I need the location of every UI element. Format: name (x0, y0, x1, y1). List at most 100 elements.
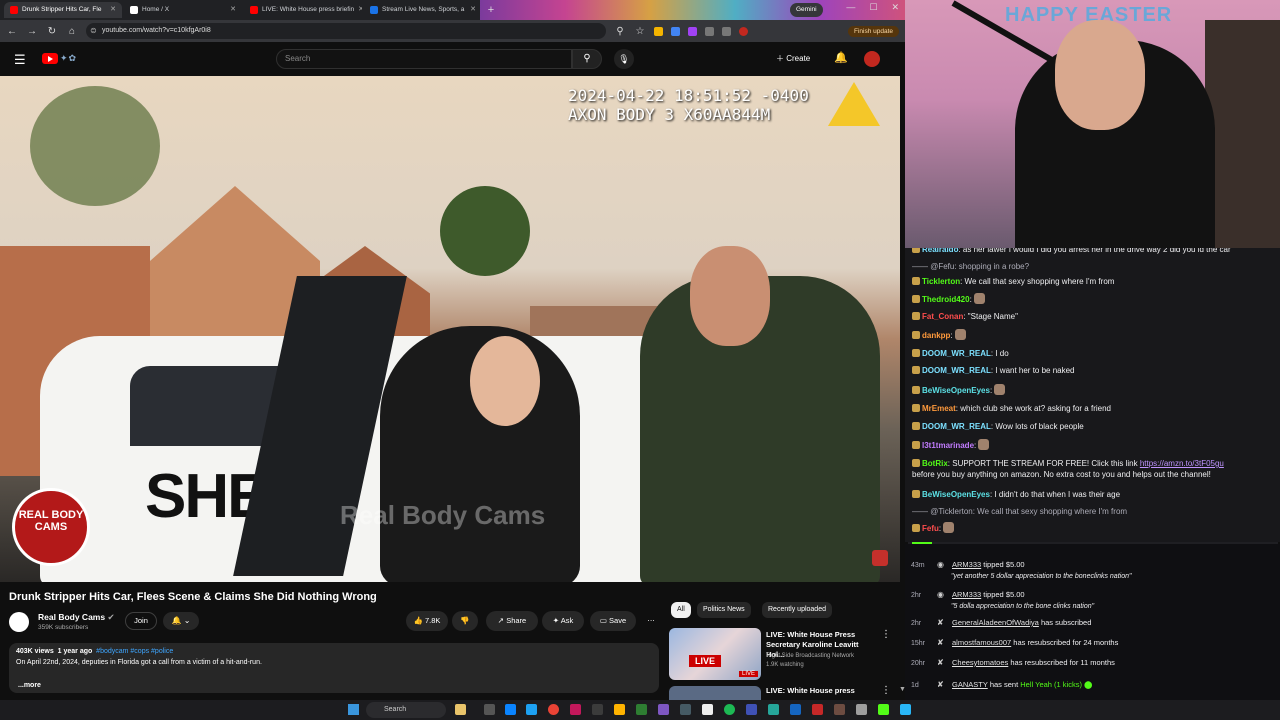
chat-username[interactable]: Fefu (922, 524, 939, 533)
taskbar-app-icon[interactable] (834, 704, 845, 715)
chat-username[interactable]: Ticklerton (922, 277, 960, 286)
taskbar-app-icon[interactable] (505, 704, 516, 715)
ask-button[interactable]: ✦ Ask (542, 611, 584, 631)
back-icon[interactable]: ← (6, 26, 18, 37)
kebab-menu-icon[interactable]: ⋮ (881, 685, 891, 696)
browser-tab-2[interactable]: Home / X ✕ (124, 2, 242, 18)
bookmark-star-icon[interactable]: ☆ (634, 26, 646, 37)
close-tab-icon[interactable]: ✕ (358, 2, 362, 18)
event-username[interactable]: GeneralAladeenOfWadiya (952, 618, 1039, 627)
taskbar-app-icon[interactable] (636, 704, 647, 715)
browser-tab-4[interactable]: Stream Live News, Sports, a ✕ (364, 2, 482, 18)
taskbar-app-icon[interactable] (614, 704, 625, 715)
hashtags[interactable]: #bodycam #cops #police (96, 648, 173, 655)
taskbar-search[interactable]: Search (366, 702, 446, 718)
event-username[interactable]: ARM333 (952, 560, 981, 569)
taskbar-app-icon[interactable] (455, 704, 466, 715)
join-button[interactable]: Join (125, 612, 157, 630)
new-tab-button[interactable]: + (484, 3, 498, 17)
chat-username[interactable]: MrEmeat (922, 404, 956, 413)
event-username[interactable]: Cheesytomatoes (952, 658, 1008, 667)
hamburger-menu-icon[interactable]: ☰ (14, 52, 26, 68)
recommendation-thumbnail[interactable] (669, 686, 761, 700)
minimize-icon[interactable]: — (846, 2, 855, 13)
profile-avatar-icon[interactable] (739, 26, 748, 36)
extensions-puzzle-icon[interactable] (722, 26, 731, 36)
avatar[interactable] (864, 51, 880, 67)
chip-politics-news[interactable]: Politics News (697, 602, 751, 618)
youtube-doodle-icon[interactable]: ✦✿ (60, 53, 77, 64)
chat-username[interactable]: Realraido (922, 248, 958, 254)
close-window-icon[interactable]: ✕ (891, 2, 899, 13)
chat-username[interactable]: DOOM_WR_REAL (922, 349, 991, 358)
taskbar-app-icon[interactable] (658, 704, 669, 715)
windows-start-icon[interactable] (348, 704, 359, 715)
chip-recently-uploaded[interactable]: Recently uploaded (762, 602, 832, 618)
search-input[interactable]: Search (276, 49, 572, 69)
close-tab-icon[interactable]: ✕ (230, 2, 236, 18)
chat-username[interactable]: Thedroid420 (922, 295, 970, 304)
home-icon[interactable]: ⌂ (66, 26, 78, 37)
subscribed-notify-button[interactable]: 🔔 ⌄ (163, 612, 199, 630)
taskbar-app-icon[interactable] (592, 704, 603, 715)
like-button[interactable]: 👍 7.8K (406, 611, 448, 631)
kick-icon[interactable] (878, 704, 889, 715)
extension-icon[interactable] (654, 26, 663, 36)
description-more-link[interactable]: ...more (18, 682, 41, 689)
event-username[interactable]: almostfamous007 (952, 638, 1011, 647)
browser-tab-3[interactable]: LIVE: White House press briefin ✕ (244, 2, 362, 18)
recommendation-thumbnail[interactable]: LIVE LIVE (669, 628, 761, 680)
close-tab-icon[interactable]: ✕ (470, 2, 476, 18)
taskbar-app-icon[interactable] (768, 704, 779, 715)
extension-icon[interactable] (705, 26, 714, 36)
spotify-icon[interactable] (724, 704, 735, 715)
reload-icon[interactable]: ↻ (46, 26, 58, 37)
dislike-button[interactable]: 👎 (452, 611, 478, 631)
taskbar-app-icon[interactable] (856, 704, 867, 715)
share-button[interactable]: ↗ Share (486, 611, 538, 631)
chat-username[interactable]: DOOM_WR_REAL (922, 422, 991, 431)
chat-username[interactable]: BotRix (922, 459, 948, 468)
taskbar-app-icon[interactable] (484, 704, 495, 715)
chat-username[interactable]: l3t1tmarinade (922, 441, 974, 450)
event-username[interactable]: ARM333 (952, 590, 981, 599)
chat-username[interactable]: BeWiseOpenEyes (922, 490, 990, 499)
event-username[interactable]: GANASTY (952, 680, 988, 689)
chat-link[interactable]: https://amzn.to/3tF05gu (1140, 459, 1224, 468)
notifications-bell-icon[interactable]: 🔔 (834, 51, 848, 64)
channel-name[interactable]: Real Body Cams ✔ (38, 612, 115, 623)
taskbar-app-icon[interactable] (900, 704, 911, 715)
finish-update-button[interactable]: Finish update (847, 25, 899, 37)
recommendation-channel[interactable]: Right Side Broadcasting Network (766, 653, 854, 659)
chat-username[interactable]: dankpp (922, 331, 950, 340)
url-field[interactable]: youtube.com/watch?v=c10kfgAr0i8 (86, 23, 606, 39)
taskbar-app-icon[interactable] (702, 704, 713, 715)
chip-all[interactable]: All (671, 602, 691, 618)
video-player[interactable]: SHE 2024-04-22 18:51:52 -0400 AXON BODY … (0, 76, 900, 582)
forward-icon[interactable]: → (26, 26, 38, 37)
chat-username[interactable]: DOOM_WR_REAL (922, 366, 991, 375)
youtube-logo-icon[interactable] (42, 53, 58, 64)
gemini-button[interactable]: Gemini (790, 3, 823, 17)
browser-tab-1[interactable]: Drunk Stripper Hits Car, Fle ✕ (4, 2, 122, 18)
search-button[interactable]: ⚲ (572, 49, 602, 69)
voice-search-button[interactable]: 🎙 (614, 49, 634, 69)
extension-icon[interactable] (671, 26, 680, 36)
taskbar-app-icon[interactable] (746, 704, 757, 715)
taskbar-app-icon[interactable] (680, 704, 691, 715)
taskbar-app-icon[interactable] (812, 704, 823, 715)
create-button[interactable]: ＋ Create (776, 51, 810, 67)
taskbar-app-icon[interactable] (790, 704, 801, 715)
more-actions-icon[interactable]: ⋯ (642, 611, 660, 631)
chrome-icon[interactable] (548, 704, 559, 715)
chat-username[interactable]: Fat_Conan (922, 312, 963, 321)
taskbar-app-icon[interactable] (570, 704, 581, 715)
zoom-icon[interactable]: ⚲ (614, 26, 626, 37)
kebab-menu-icon[interactable]: ⋮ (881, 629, 891, 640)
maximize-icon[interactable]: ☐ (869, 2, 877, 13)
chat-username[interactable]: BeWiseOpenEyes (922, 386, 990, 395)
close-tab-icon[interactable]: ✕ (110, 2, 116, 18)
extension-icon[interactable] (688, 26, 697, 36)
channel-avatar[interactable] (9, 612, 29, 632)
save-button[interactable]: ▭ Save (590, 611, 636, 631)
